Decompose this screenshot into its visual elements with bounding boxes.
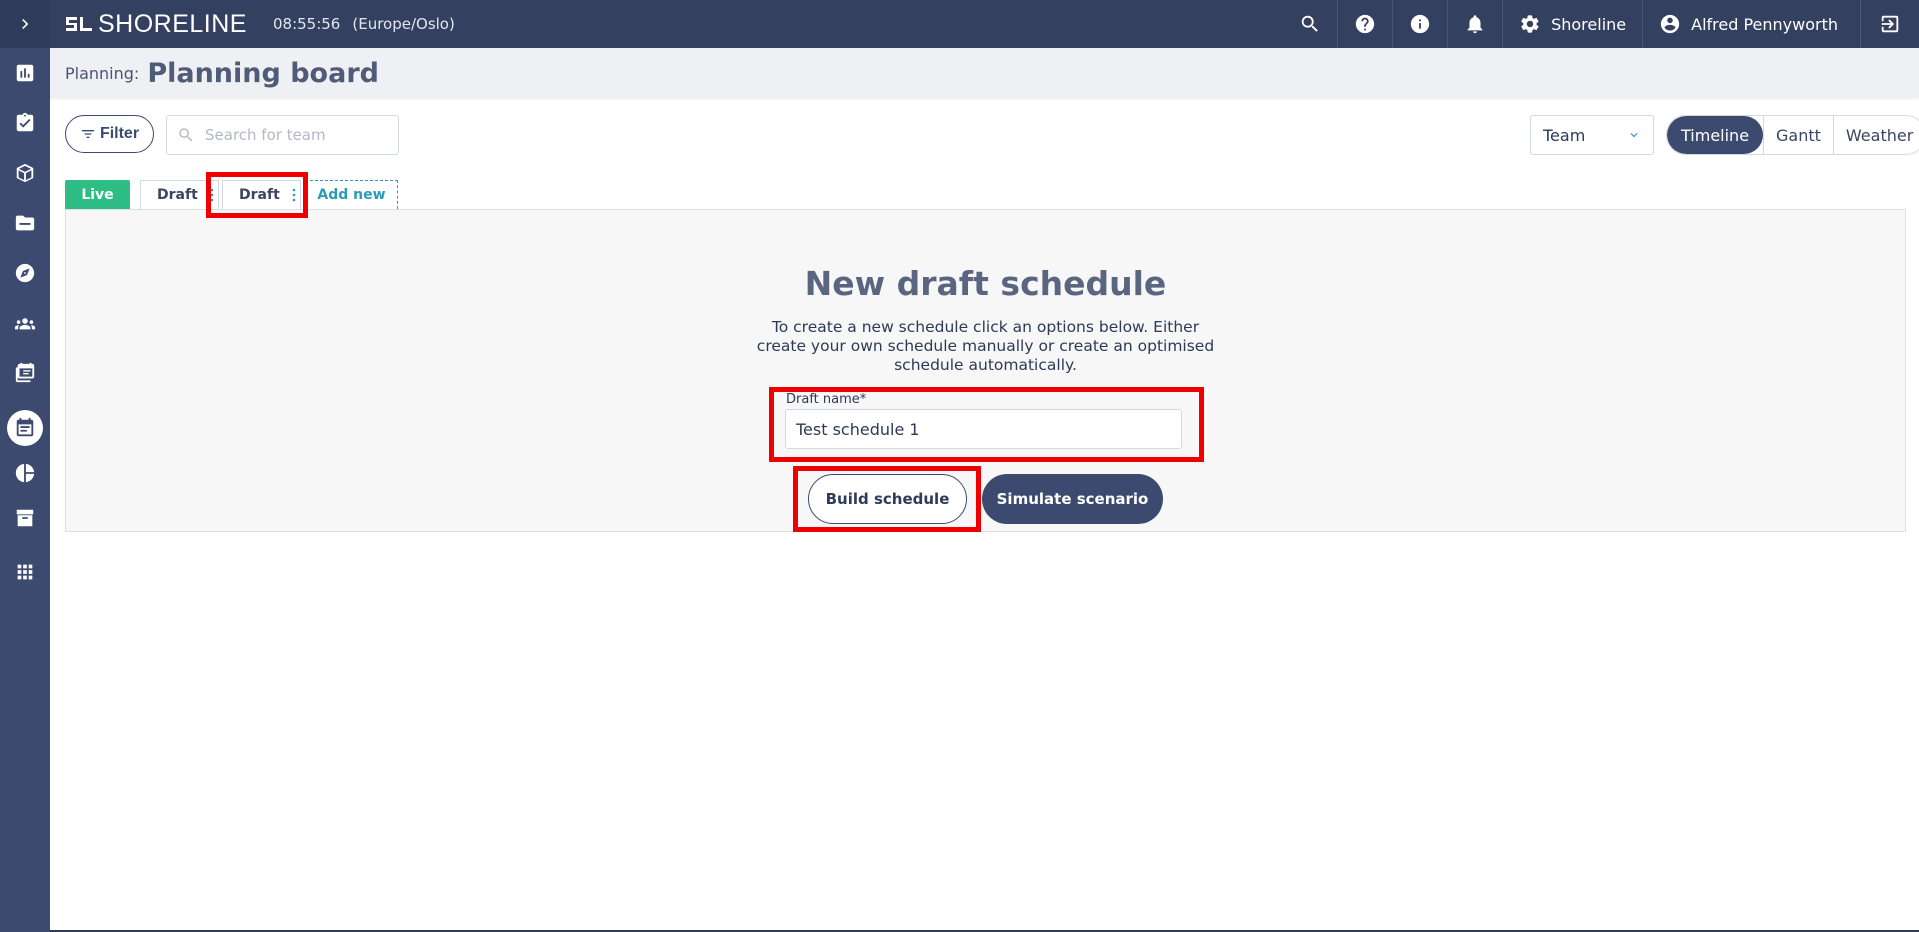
filter-lines-icon bbox=[81, 130, 94, 138]
search-icon bbox=[179, 128, 193, 142]
sidebar-item-analytics[interactable] bbox=[0, 52, 50, 94]
clock: 08:55:56 bbox=[272, 15, 341, 33]
sidebar-item-people[interactable] bbox=[0, 302, 50, 344]
user-name: Alfred Pennyworth bbox=[1691, 14, 1838, 34]
build-schedule-button[interactable]: Build schedule bbox=[808, 474, 967, 524]
search-icon bbox=[1301, 15, 1318, 32]
search-button[interactable] bbox=[1283, 0, 1337, 48]
team-search[interactable] bbox=[166, 115, 399, 155]
topbar-actions: Shoreline Alfred Pennyworth bbox=[1283, 0, 1919, 48]
shoreline-logo-icon bbox=[66, 17, 92, 31]
chevron-down-icon bbox=[1630, 133, 1638, 138]
breadcrumb: Planning: bbox=[65, 63, 140, 83]
calendar-list-icon bbox=[16, 417, 34, 437]
compass-icon bbox=[15, 263, 35, 283]
active-indicator bbox=[7, 410, 43, 446]
app-root: SHORELINE 08:55:56 (Europe/Oslo) Shoreli… bbox=[0, 0, 1919, 932]
logout-button[interactable] bbox=[1860, 0, 1919, 48]
topbar: SHORELINE 08:55:56 (Europe/Oslo) Shoreli… bbox=[50, 0, 1919, 48]
help-button[interactable] bbox=[1337, 0, 1392, 48]
help-icon bbox=[1355, 14, 1375, 34]
sidebar-item-apps[interactable] bbox=[0, 551, 50, 593]
view-gantt-button[interactable]: Gantt bbox=[1763, 116, 1833, 154]
org-settings-button[interactable]: Shoreline bbox=[1502, 0, 1642, 48]
filter-button-label: Filter bbox=[99, 125, 140, 142]
sidebar-expand-button[interactable] bbox=[0, 0, 50, 48]
grid-icon bbox=[17, 564, 33, 580]
tab-draft-1[interactable]: Draft bbox=[140, 180, 219, 209]
account-circle-icon bbox=[1660, 14, 1680, 34]
gear-icon bbox=[1521, 15, 1539, 33]
add-new-tab[interactable]: Add new bbox=[305, 180, 398, 209]
new-draft-panel: New draft schedule To create a new sched… bbox=[65, 209, 1906, 532]
simulate-scenario-button[interactable]: Simulate scenario bbox=[982, 474, 1163, 524]
more-vertical-icon bbox=[292, 188, 296, 202]
sidebar-item-tasks[interactable] bbox=[0, 102, 50, 144]
team-search-input[interactable] bbox=[205, 126, 395, 144]
sidebar-item-reports[interactable] bbox=[0, 452, 50, 494]
chevron-right-icon bbox=[22, 19, 29, 29]
info-icon bbox=[1410, 14, 1430, 34]
group-by-select[interactable]: Team bbox=[1530, 115, 1654, 155]
sidebar-item-documents[interactable] bbox=[0, 202, 50, 244]
notifications-button[interactable] bbox=[1447, 0, 1502, 48]
more-vertical-icon bbox=[210, 188, 214, 202]
panel-description: To create a new schedule click an option… bbox=[756, 318, 1215, 374]
info-button[interactable] bbox=[1392, 0, 1447, 48]
user-menu-button[interactable]: Alfred Pennyworth bbox=[1642, 0, 1860, 48]
brand-logo[interactable]: SHORELINE bbox=[64, 10, 247, 39]
folder-icon bbox=[15, 215, 35, 231]
draft-name-input[interactable] bbox=[785, 409, 1182, 449]
tab-draft-2[interactable]: Draft bbox=[222, 180, 301, 209]
org-name: Shoreline bbox=[1551, 14, 1627, 34]
logout-icon bbox=[1881, 15, 1899, 33]
sidebar-item-planning-board[interactable] bbox=[0, 407, 50, 449]
draft-name-label: Draft name* bbox=[786, 392, 867, 407]
filter-button[interactable]: Filter bbox=[65, 115, 154, 153]
group-icon bbox=[14, 318, 36, 330]
clipboard-check-icon bbox=[16, 112, 34, 132]
bar-chart-icon bbox=[16, 64, 34, 82]
tab-live[interactable]: Live bbox=[65, 180, 130, 209]
view-weather-button[interactable]: Weather bbox=[1832, 116, 1919, 154]
sidebar-item-explore[interactable] bbox=[0, 252, 50, 294]
page-header: Planning: Planning board bbox=[50, 48, 1919, 98]
group-by-value: Team bbox=[1543, 125, 1586, 145]
view-timeline-button[interactable]: Timeline bbox=[1667, 116, 1764, 154]
tab-draft-1-label: Draft bbox=[157, 187, 198, 203]
pie-chart-icon bbox=[15, 463, 35, 483]
page-title: Planning board bbox=[147, 57, 379, 89]
sidebar bbox=[0, 0, 50, 932]
view-toggle: Timeline Gantt Weather bbox=[1666, 115, 1919, 155]
tab-draft-2-menu[interactable] bbox=[288, 188, 300, 202]
tab-draft-1-menu[interactable] bbox=[206, 188, 218, 202]
archive-icon bbox=[16, 509, 34, 527]
panel-title: New draft schedule bbox=[804, 264, 1167, 303]
brand-name: SHORELINE bbox=[98, 9, 247, 38]
stacked-calendar-icon bbox=[15, 362, 35, 383]
sidebar-item-archive[interactable] bbox=[0, 497, 50, 539]
bell-icon bbox=[1467, 15, 1483, 34]
box-icon bbox=[16, 163, 34, 183]
tab-draft-2-label: Draft bbox=[239, 187, 280, 203]
timezone: (Europe/Oslo) bbox=[352, 15, 455, 33]
sidebar-item-schedules[interactable] bbox=[0, 352, 50, 394]
sidebar-item-inventory[interactable] bbox=[0, 152, 50, 194]
